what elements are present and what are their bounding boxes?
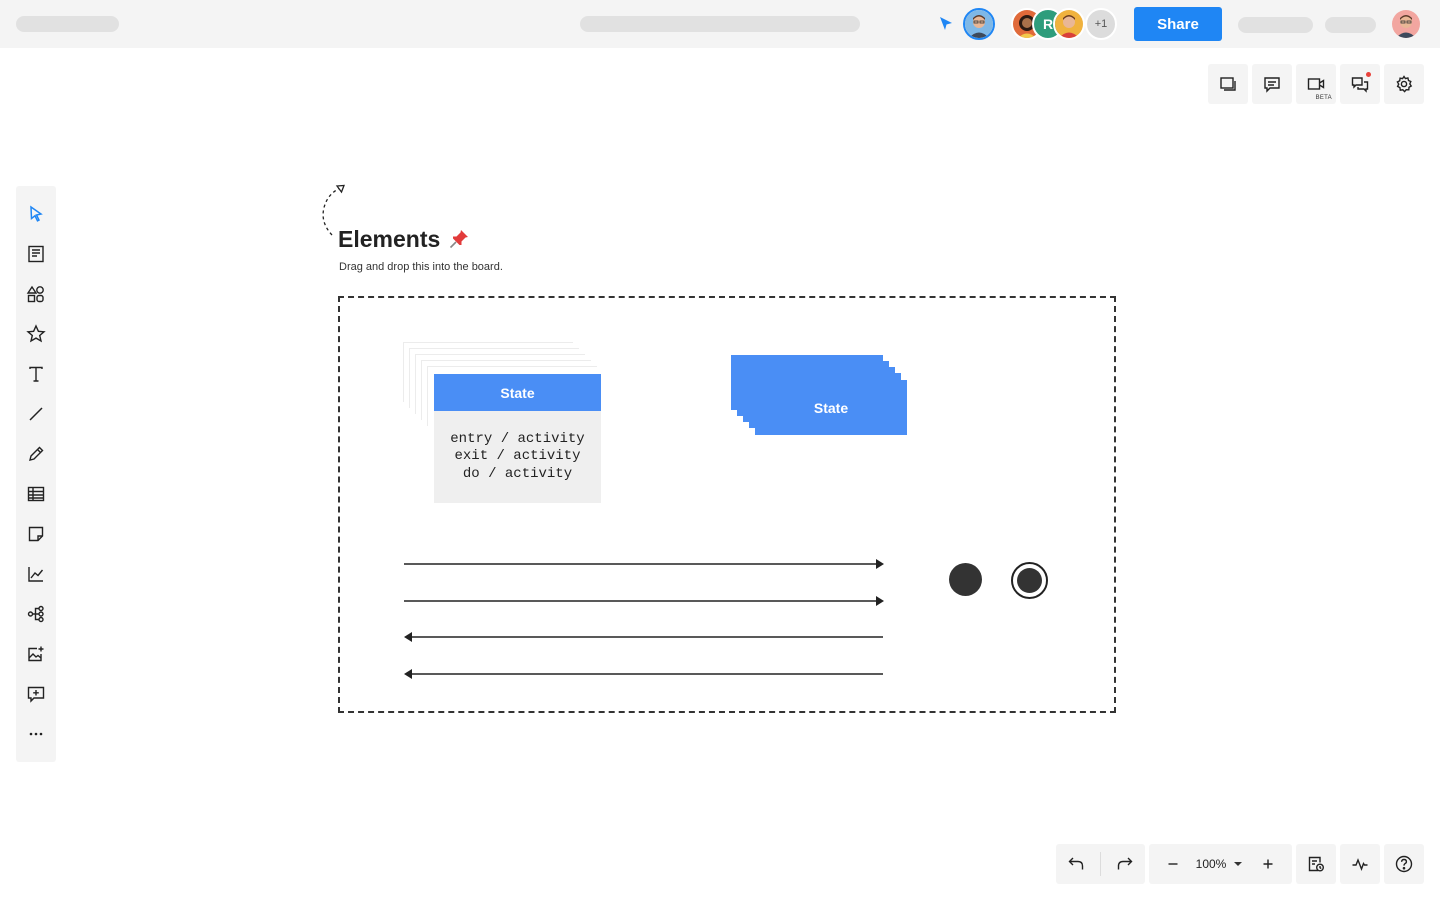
history-button[interactable]	[1296, 844, 1336, 884]
state-header: State	[434, 374, 601, 411]
cursor-follow-icon[interactable]	[937, 15, 955, 33]
section-subtitle: Drag and drop this into the board.	[339, 261, 503, 273]
state-activities: entry / activity exit / activity do / ac…	[434, 411, 601, 503]
video-icon	[1307, 78, 1325, 90]
chevron-down-icon	[1234, 862, 1242, 866]
tools-sidebar	[16, 186, 56, 762]
transition-arrow-right[interactable]	[404, 596, 884, 606]
state-activity-do: do / activity	[462, 465, 573, 482]
top-bar: R +1 Share	[0, 0, 1440, 48]
transition-arrows	[404, 559, 884, 679]
redo-button[interactable]	[1105, 844, 1145, 884]
initial-state-node[interactable]	[949, 563, 982, 596]
history-icon	[1308, 856, 1324, 872]
share-button[interactable]: Share	[1134, 7, 1222, 41]
state-element[interactable]: State entry / activity exit / activity d…	[434, 374, 601, 503]
help-icon	[1395, 855, 1413, 873]
shapes-tool[interactable]	[16, 274, 56, 314]
avatar-collaborator-3[interactable]	[1053, 8, 1085, 40]
final-state-inner	[1017, 568, 1042, 593]
activity-icon	[1352, 858, 1368, 871]
avatar-current-user[interactable]	[963, 8, 995, 40]
add-comment-tool[interactable]	[16, 674, 56, 714]
toolbar-divider	[1100, 852, 1101, 876]
star-icon	[26, 324, 46, 343]
redo-icon	[1117, 857, 1133, 870]
toolbar-placeholder-2[interactable]	[1325, 17, 1376, 33]
template-icon	[28, 245, 44, 263]
zoom-out-button[interactable]	[1153, 844, 1193, 884]
help-group	[1384, 844, 1424, 884]
more-tools[interactable]	[16, 714, 56, 754]
state-activity-exit: exit / activity	[454, 448, 581, 465]
pen-icon	[29, 446, 44, 461]
toolbar-placeholder-1[interactable]	[1238, 17, 1313, 33]
text-icon	[29, 366, 43, 382]
transition-arrow-left[interactable]	[404, 632, 883, 642]
comments-icon	[1264, 77, 1280, 93]
comments-button[interactable]	[1252, 64, 1292, 104]
board-title-placeholder[interactable]	[580, 16, 860, 32]
avatar-more-count[interactable]: +1	[1085, 8, 1117, 40]
chat-icon	[1351, 77, 1369, 93]
line-tool[interactable]	[16, 394, 56, 434]
beta-badge: BETA	[1315, 95, 1332, 101]
mindmap-tool[interactable]	[16, 594, 56, 634]
transition-arrow-right[interactable]	[404, 559, 884, 569]
notification-dot	[1366, 72, 1371, 77]
table-tool[interactable]	[16, 474, 56, 514]
video-call-button[interactable]: BETA	[1296, 64, 1336, 104]
help-button[interactable]	[1384, 844, 1424, 884]
zoom-level: 100%	[1195, 857, 1227, 871]
zoom-in-button[interactable]	[1248, 844, 1288, 884]
board-name-placeholder[interactable]	[16, 16, 119, 32]
zoom-out-icon	[1168, 863, 1178, 865]
zoom-in-icon	[1263, 859, 1273, 869]
select-icon	[30, 205, 43, 222]
sticky-note-icon	[28, 526, 44, 542]
composite-state-element[interactable]: State	[755, 380, 907, 435]
final-state-node[interactable]	[1011, 562, 1048, 599]
chat-button[interactable]	[1340, 64, 1380, 104]
template-tool[interactable]	[16, 234, 56, 274]
user-profile-avatar[interactable]	[1390, 8, 1422, 40]
sticky-note-tool[interactable]	[16, 514, 56, 554]
history-group	[1296, 844, 1336, 884]
mindmap-icon	[27, 605, 44, 623]
chart-icon	[28, 567, 44, 582]
transition-arrow-left[interactable]	[404, 669, 883, 679]
frames-icon	[1220, 77, 1236, 91]
chart-tool[interactable]	[16, 554, 56, 594]
activity-button[interactable]	[1340, 844, 1380, 884]
undo-button[interactable]	[1056, 844, 1096, 884]
text-tool[interactable]	[16, 354, 56, 394]
section-title: Elements	[338, 226, 441, 252]
settings-button[interactable]	[1384, 64, 1424, 104]
image-icon	[28, 646, 44, 662]
avatar-initial: R	[1042, 16, 1054, 32]
undo-icon	[1068, 857, 1084, 870]
more-collaborators-label: +1	[1094, 18, 1108, 30]
pen-tool[interactable]	[16, 434, 56, 474]
table-icon	[27, 486, 45, 502]
composite-state-label: State	[813, 399, 849, 416]
state-activity-entry: entry / activity	[450, 430, 585, 447]
pin-icon	[449, 230, 468, 249]
stickers-tool[interactable]	[16, 314, 56, 354]
image-tool[interactable]	[16, 634, 56, 674]
frames-button[interactable]	[1208, 64, 1248, 104]
comment-add-icon	[27, 686, 45, 703]
more-icon	[29, 732, 43, 736]
select-tool[interactable]	[16, 194, 56, 234]
line-icon	[29, 407, 43, 421]
settings-icon	[1396, 75, 1413, 93]
shapes-icon	[26, 285, 44, 303]
activity-group	[1340, 844, 1380, 884]
